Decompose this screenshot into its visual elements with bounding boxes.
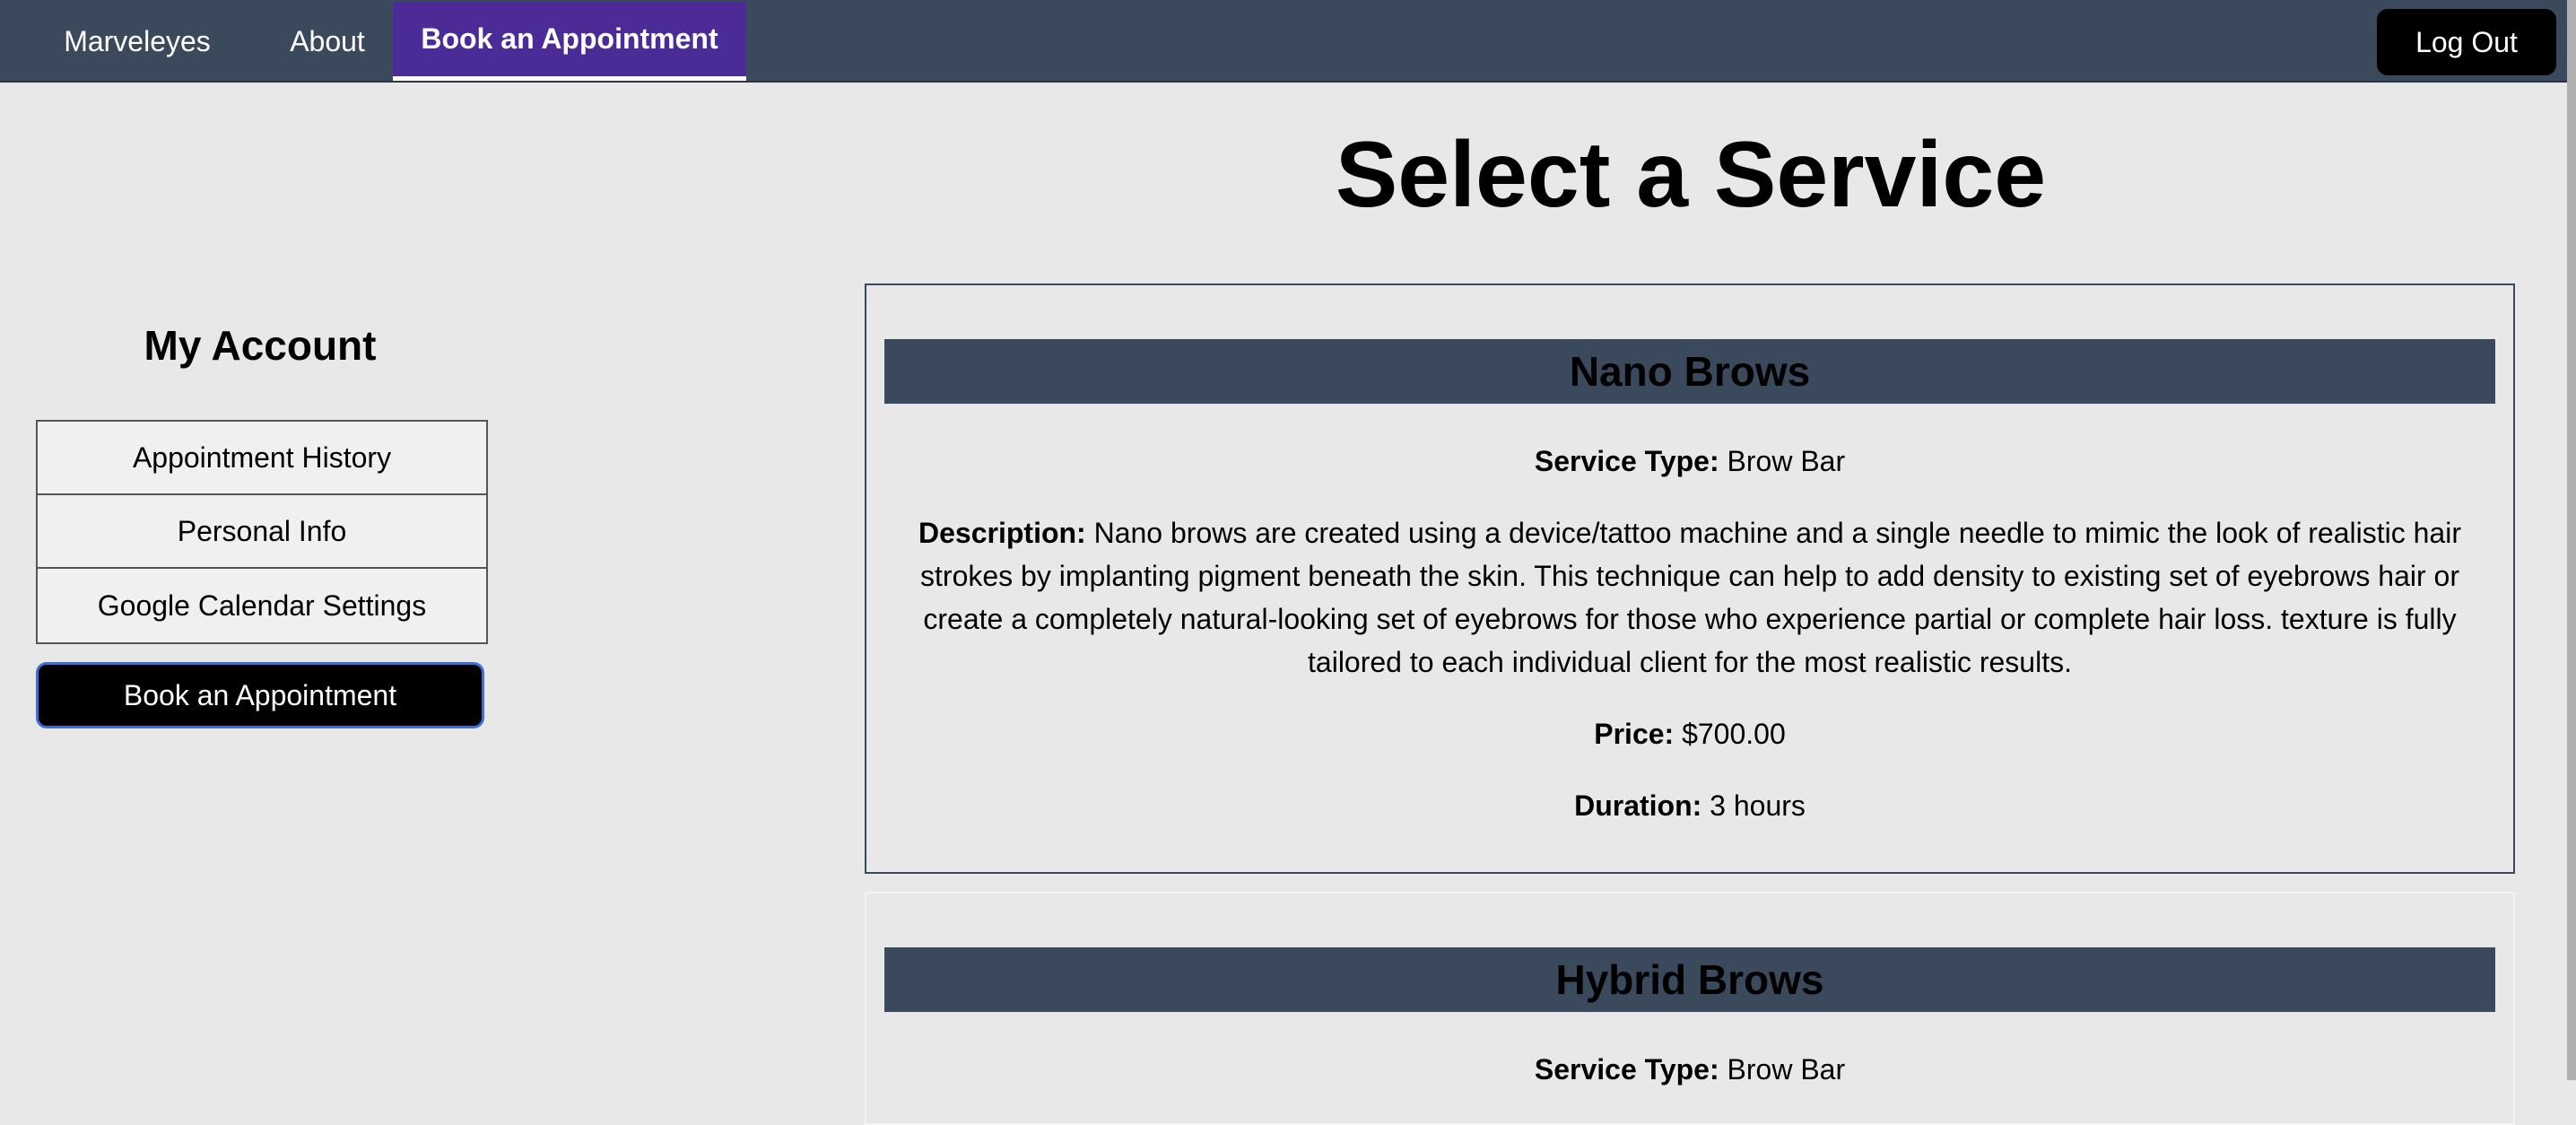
account-menu: Appointment History Personal Info Google… <box>36 420 488 644</box>
nav-about-link[interactable]: About <box>269 0 386 83</box>
window-edge <box>2567 0 2576 1080</box>
service-description-value: Nano brows are created using a device/ta… <box>920 517 2461 678</box>
service-type-label: Service Type: <box>1534 445 1719 477</box>
service-type-row: Service Type: Brow Bar <box>866 440 2513 483</box>
account-menu-item-appointment-history[interactable]: Appointment History <box>38 422 486 495</box>
service-price-label: Price: <box>1594 718 1675 750</box>
service-type-row: Service Type: Brow Bar <box>866 1048 2513 1091</box>
page-title: Select a Service <box>1335 123 2047 227</box>
service-duration-value: 3 hours <box>1710 789 1806 822</box>
sidebar-title: My Account <box>144 322 377 369</box>
logout-button[interactable]: Log Out <box>2377 9 2556 75</box>
nav-brand-link[interactable]: Marveleyes <box>34 0 240 83</box>
service-duration-row: Duration: 3 hours <box>866 784 2513 827</box>
service-name: Nano Brows <box>884 339 2495 404</box>
book-appointment-button[interactable]: Book an Appointment <box>36 662 484 728</box>
service-type-label: Service Type: <box>1534 1053 1719 1086</box>
service-type-value: Brow Bar <box>1727 445 1846 477</box>
service-price-row: Price: $700.00 <box>866 712 2513 755</box>
account-menu-item-google-calendar-settings[interactable]: Google Calendar Settings <box>38 569 486 642</box>
top-nav: Marveleyes About Book an Appointment Log… <box>0 0 2576 83</box>
service-card[interactable]: Hybrid Brows Service Type: Brow Bar <box>865 892 2515 1125</box>
service-description-row: Description: Nano brows are created usin… <box>866 511 2513 684</box>
service-price-value: $700.00 <box>1682 718 1786 750</box>
service-type-value: Brow Bar <box>1727 1053 1846 1086</box>
account-menu-item-personal-info[interactable]: Personal Info <box>38 495 486 569</box>
service-duration-label: Duration: <box>1574 789 1702 822</box>
nav-book-appointment-link[interactable]: Book an Appointment <box>393 2 746 81</box>
service-name: Hybrid Brows <box>884 947 2495 1012</box>
service-description-label: Description: <box>918 517 1086 549</box>
service-card[interactable]: Nano Brows Service Type: Brow Bar Descri… <box>865 283 2515 874</box>
